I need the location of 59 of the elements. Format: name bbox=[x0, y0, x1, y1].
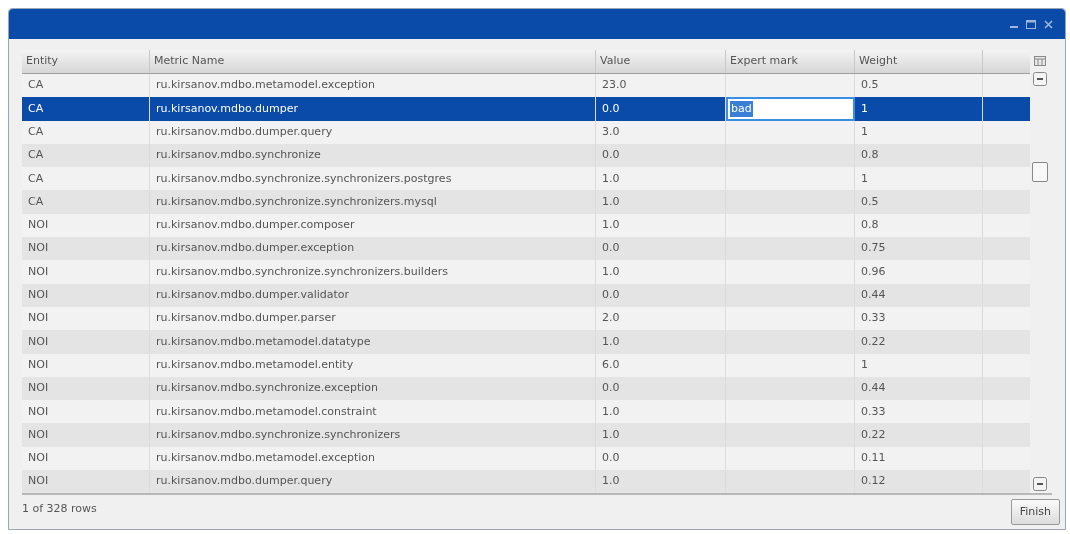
table-row[interactable]: NOI ru.kirsanov.mdbo.metamodel.datatype 1.0 0.22 bbox=[22, 330, 1030, 354]
table-cell: NOI bbox=[22, 283, 150, 307]
table-cell: ru.kirsanov.mdbo.dumper.query bbox=[150, 120, 596, 144]
finish-button[interactable]: Finish bbox=[1010, 499, 1060, 526]
table-row[interactable]: NOI ru.kirsanov.mdbo.dumper.query 1.0 0.12 bbox=[22, 470, 1030, 494]
table-cell: 1 bbox=[855, 353, 983, 377]
table-cell: ru.kirsanov.mdbo.synchronize.synchronizers.builders bbox=[150, 260, 596, 284]
column-header[interactable]: Entity bbox=[22, 50, 150, 73]
scroll-down-icon[interactable] bbox=[1033, 477, 1047, 492]
table-cell: 1 bbox=[855, 97, 983, 121]
table-row[interactable]: CA ru.kirsanov.mdbo.synchronize.synchronizers.mysql 1.0 0.5 bbox=[22, 190, 1030, 214]
table-cell: ru.kirsanov.mdbo.dumper bbox=[150, 97, 596, 121]
table-cell: NOI bbox=[22, 330, 150, 354]
table-row[interactable]: NOI ru.kirsanov.mdbo.dumper.exception 0.0 0.75 bbox=[22, 237, 1030, 261]
table-cell: 0.0 bbox=[596, 283, 726, 307]
column-header[interactable]: Value bbox=[596, 50, 726, 73]
table-row[interactable]: NOI ru.kirsanov.mdbo.dumper.validator 0.0 0.44 bbox=[22, 283, 1030, 307]
column-header[interactable]: Metric Name bbox=[150, 50, 596, 73]
table-cell: 1.0 bbox=[596, 470, 726, 494]
row-count: 1 of 328 rows bbox=[22, 501, 97, 518]
table-cell: 0.22 bbox=[855, 423, 983, 447]
table-row[interactable]: CA ru.kirsanov.mdbo.dumper 0.0 bad 1 bbox=[22, 97, 1030, 121]
table-row[interactable]: NOI ru.kirsanov.mdbo.synchronize.synchronizers 1.0 0.22 bbox=[22, 423, 1030, 447]
table-row[interactable]: CA ru.kirsanov.mdbo.synchronize 0.0 0.8 bbox=[22, 143, 1030, 168]
table-cell: CA bbox=[22, 190, 150, 214]
table-cell: ru.kirsanov.mdbo.dumper.query bbox=[150, 470, 596, 494]
table-cell: CA bbox=[22, 97, 150, 121]
table-cell: 1.0 bbox=[596, 190, 726, 214]
column-chooser-icon[interactable] bbox=[1034, 56, 1046, 66]
table-cell: ru.kirsanov.mdbo.metamodel.datatype bbox=[150, 330, 596, 354]
table-cell: NOI bbox=[22, 470, 150, 494]
table-cell: ru.kirsanov.mdbo.dumper.validator bbox=[150, 283, 596, 307]
table-cell: 1.0 bbox=[596, 260, 726, 284]
table-cell: 0.22 bbox=[855, 330, 983, 354]
table-row[interactable]: NOI ru.kirsanov.mdbo.synchronize.exception 0.0 0.44 bbox=[22, 376, 1030, 401]
scroll-thumb[interactable] bbox=[1032, 161, 1048, 182]
table-cell: 1.0 bbox=[596, 423, 726, 447]
column-header[interactable]: Expert mark bbox=[726, 50, 855, 73]
table-cell: ru.kirsanov.mdbo.metamodel.entity bbox=[150, 353, 596, 377]
table-cell: 0.12 bbox=[855, 470, 983, 494]
table-cell: 3.0 bbox=[596, 120, 726, 144]
table-cell: 0.5 bbox=[855, 190, 983, 214]
scroll-up-icon[interactable] bbox=[1033, 72, 1047, 86]
column-header[interactable]: Weight bbox=[855, 50, 983, 73]
table-cell: 0.44 bbox=[855, 283, 983, 307]
maximize-icon[interactable] bbox=[1026, 19, 1036, 29]
table-cell: ru.kirsanov.mdbo.synchronize.synchronizers bbox=[150, 423, 596, 447]
table-cell: NOI bbox=[22, 423, 150, 447]
table-cell: 6.0 bbox=[596, 353, 726, 377]
table-cell: ru.kirsanov.mdbo.synchronize.synchronizers.mysql bbox=[150, 190, 596, 214]
close-icon[interactable] bbox=[1044, 19, 1053, 29]
table-cell: NOI bbox=[22, 353, 150, 377]
table-cell: 1 bbox=[855, 120, 983, 144]
scrollbar[interactable] bbox=[1032, 72, 1048, 494]
table-cell: NOI bbox=[22, 260, 150, 284]
input-field[interactable]: bad bbox=[726, 97, 855, 121]
table-cell: 0.96 bbox=[855, 260, 983, 284]
table-cell: 1.0 bbox=[596, 330, 726, 354]
table-cell: CA bbox=[22, 120, 150, 144]
